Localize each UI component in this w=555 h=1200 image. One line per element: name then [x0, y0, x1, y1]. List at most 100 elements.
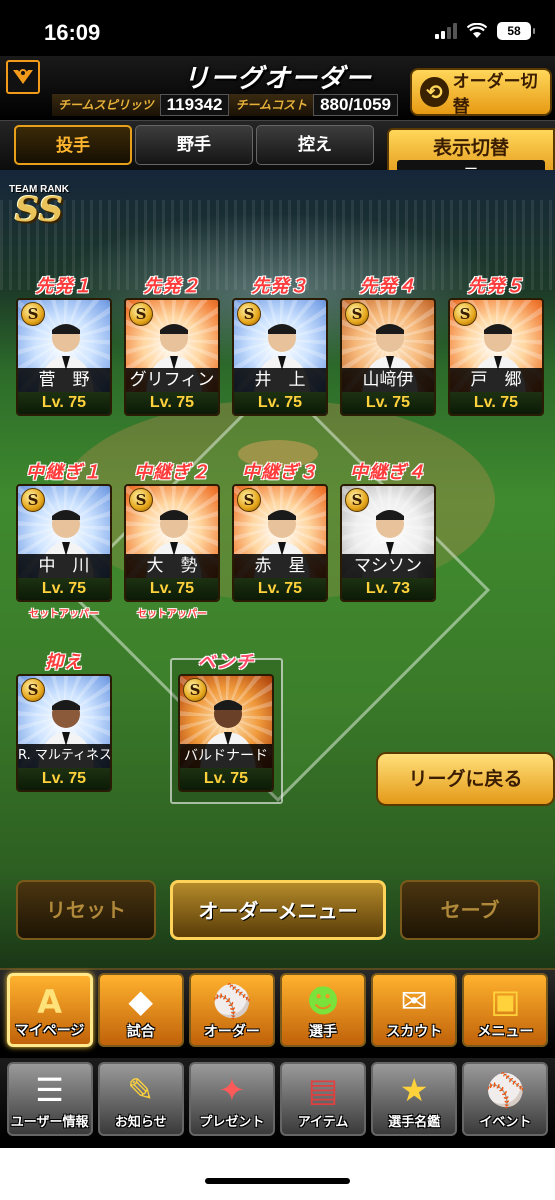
player-name: 赤 星	[234, 554, 326, 578]
grade-badge: S	[453, 302, 477, 326]
player-card[interactable]: S 戸 郷 Lv. 75	[448, 298, 544, 416]
player-card[interactable]: S 大 勢 Lv. 75	[124, 484, 220, 602]
grade-badge: S	[345, 302, 369, 326]
reliever-slot-1[interactable]: 中継ぎ１ S 中 川 Lv. 75 セットアッパー	[16, 458, 112, 620]
reliever-slot-3[interactable]: 中継ぎ３ S 赤 星 Lv. 75	[232, 458, 328, 602]
player-level: Lv. 75	[234, 578, 326, 600]
home-indicator	[0, 1148, 555, 1200]
player-card[interactable]: S 菅 野 Lv. 75	[16, 298, 112, 416]
player-level: Lv. 75	[180, 768, 272, 790]
nav-order[interactable]: ⚾ オーダー	[188, 973, 275, 1047]
notice-icon: ✎	[127, 1071, 155, 1109]
slot-role: 中継ぎ４	[350, 462, 426, 483]
nav-label: メニュー	[477, 1024, 534, 1040]
status-bar: 16:09 58	[0, 0, 555, 56]
slot-role: 中継ぎ３	[242, 462, 318, 483]
grade-badge: S	[183, 678, 207, 702]
sub-nav: ☰ ユーザー情報 ✎ お知らせ ✦ プレゼント ▤ アイテム ★ 選手名鑑 ⚾ …	[0, 1058, 555, 1140]
nav-menu[interactable]: ▣ メニュー	[462, 973, 549, 1047]
tab-fielder[interactable]: 野手	[135, 125, 253, 165]
reliever-slot-4[interactable]: 中継ぎ４ S マシソン Lv. 73	[340, 458, 436, 602]
nav-label: プレゼント	[199, 1115, 265, 1130]
slot-role: ベンチ	[197, 652, 255, 673]
slot-role: 中継ぎ１	[26, 462, 102, 483]
player-name: 中 川	[18, 554, 110, 578]
slot-role: 先発１	[35, 276, 93, 297]
status-icons: 58	[435, 22, 535, 40]
save-button[interactable]: セーブ	[400, 880, 540, 940]
starter-slot-5[interactable]: 先発５ S 戸 郷 Lv. 75	[448, 272, 544, 416]
grade-badge: S	[129, 302, 153, 326]
player-card[interactable]: S バルドナード Lv. 75	[178, 674, 274, 792]
slot-role: 先発２	[143, 276, 201, 297]
team-rank-value: SS	[14, 190, 64, 230]
player-card[interactable]: S 赤 星 Lv. 75	[232, 484, 328, 602]
slot-role: 抑え	[45, 652, 83, 673]
stadium-icon: ◆	[128, 982, 154, 1020]
tab-reserve[interactable]: 控え	[256, 125, 374, 165]
nav-label: イベント	[479, 1115, 532, 1130]
player-level: Lv. 75	[18, 392, 110, 414]
player-level: Lv. 75	[18, 768, 110, 790]
back-to-league-button[interactable]: リーグに戻る	[376, 752, 555, 806]
team-rank-badge: TEAM RANK SS	[4, 184, 74, 230]
order-switch-button[interactable]: ⟲ オーダー切替	[410, 68, 552, 117]
player-name: グリフィン	[126, 368, 218, 392]
nav-players[interactable]: ☻ 選手	[280, 973, 367, 1047]
player-level: Lv. 75	[342, 392, 434, 414]
player-card[interactable]: S グリフィン Lv. 75	[124, 298, 220, 416]
player-card[interactable]: S 山﨑伊 Lv. 75	[340, 298, 436, 416]
signal-icon	[435, 23, 457, 39]
player-card[interactable]: S 井 上 Lv. 75	[232, 298, 328, 416]
grade-badge: S	[21, 488, 45, 512]
player-level: Lv. 75	[126, 578, 218, 600]
player-icon: ☻	[306, 982, 340, 1020]
nav-match[interactable]: ◆ 試合	[97, 973, 184, 1047]
nav-notice[interactable]: ✎ お知らせ	[97, 1062, 184, 1136]
player-name: R. マルティネス	[18, 744, 110, 768]
reliever-slot-2[interactable]: 中継ぎ２ S 大 勢 Lv. 75 セットアッパー	[124, 458, 220, 620]
nav-label: 選手	[309, 1024, 338, 1040]
nav-user-info[interactable]: ☰ ユーザー情報	[6, 1062, 93, 1136]
starter-slot-2[interactable]: 先発２ S グリフィン Lv. 75	[124, 272, 220, 416]
item-icon: ▤	[307, 1071, 339, 1109]
nav-label: オーダー	[203, 1024, 260, 1040]
slot-role: 中継ぎ２	[134, 462, 210, 483]
event-icon: ⚾	[485, 1071, 526, 1109]
nav-directory[interactable]: ★ 選手名鑑	[371, 1062, 458, 1136]
team-spirit-label: チームスピリッツ	[52, 94, 160, 116]
directory-icon: ★	[399, 1071, 429, 1109]
slot-role: 先発４	[359, 276, 417, 297]
grade-badge: S	[237, 302, 261, 326]
display-switch-label: 表示切替	[432, 137, 509, 159]
home-icon: A	[37, 983, 62, 1021]
nav-present[interactable]: ✦ プレゼント	[188, 1062, 275, 1136]
player-card[interactable]: S R. マルティネス Lv. 75	[16, 674, 112, 792]
player-card[interactable]: S 中 川 Lv. 75	[16, 484, 112, 602]
team-stats: チームスピリッツ 119342 チームコスト 880/1059	[52, 94, 398, 116]
nav-label: お知らせ	[114, 1115, 167, 1130]
grade-badge: S	[129, 488, 153, 512]
player-name: 井 上	[234, 368, 326, 392]
order-menu-button[interactable]: オーダーメニュー	[170, 880, 386, 940]
player-name: 菅 野	[18, 368, 110, 392]
bench-slot[interactable]: ベンチ S バルドナード Lv. 75	[178, 648, 274, 792]
nav-event[interactable]: ⚾ イベント	[462, 1062, 549, 1136]
starter-slot-4[interactable]: 先発４ S 山﨑伊 Lv. 75	[340, 272, 436, 416]
team-spirit-value: 119342	[159, 94, 230, 116]
tab-pitcher[interactable]: 投手	[14, 125, 132, 165]
nav-scout[interactable]: ✉ スカウト	[371, 973, 458, 1047]
user-info-icon: ☰	[35, 1071, 64, 1109]
starter-slot-3[interactable]: 先発３ S 井 上 Lv. 75	[232, 272, 328, 416]
grade-badge: S	[21, 678, 45, 702]
nav-label: アイテム	[297, 1115, 349, 1130]
nav-item-list[interactable]: ▤ アイテム	[280, 1062, 367, 1136]
player-level: Lv. 75	[18, 578, 110, 600]
closer-slot[interactable]: 抑え S R. マルティネス Lv. 75	[16, 648, 112, 792]
starter-slot-1[interactable]: 先発１ S 菅 野 Lv. 75	[16, 272, 112, 416]
team-cost-label: チームコスト	[229, 94, 314, 116]
nav-mypage[interactable]: A マイページ	[6, 973, 93, 1047]
order-icon: ⚾	[211, 982, 252, 1020]
reset-button[interactable]: リセット	[16, 880, 156, 940]
player-card[interactable]: S マシソン Lv. 73	[340, 484, 436, 602]
